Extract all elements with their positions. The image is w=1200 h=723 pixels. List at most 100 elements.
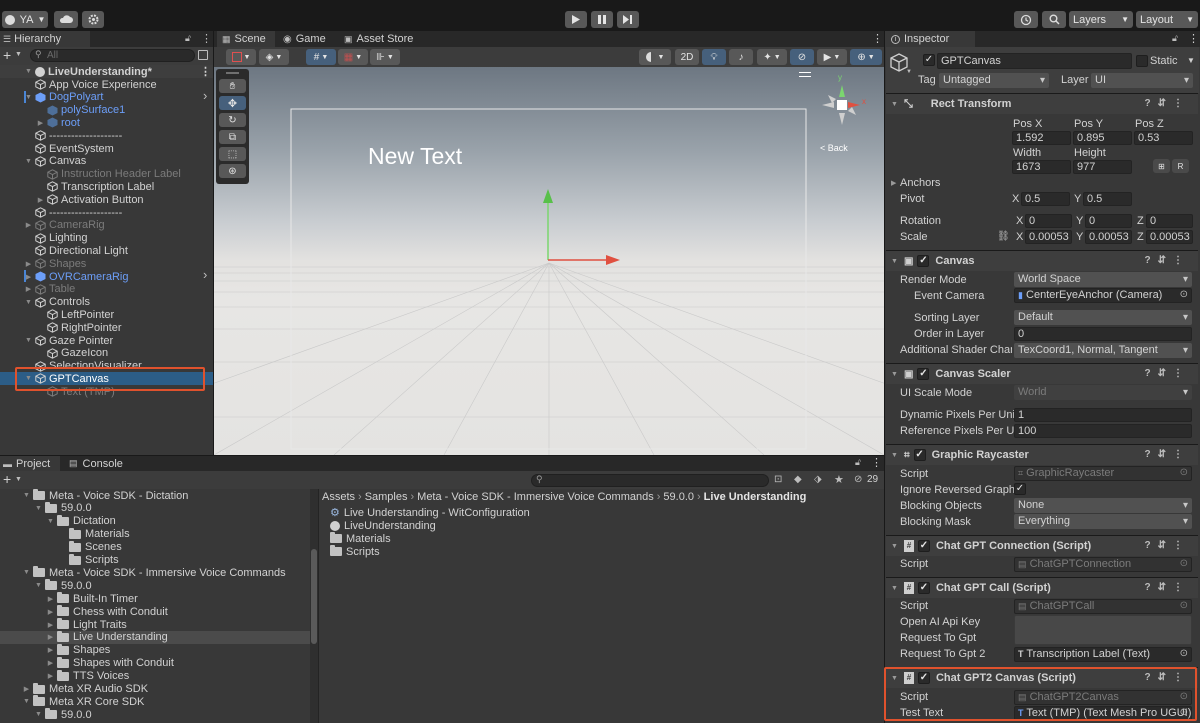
move-tool-button[interactable]: ✥ — [219, 96, 246, 110]
more-options-icon[interactable]: ⋮ — [871, 456, 882, 469]
more-options-icon[interactable]: ⋮ — [1188, 32, 1199, 45]
chevron-down-icon[interactable]: ▼ — [24, 375, 33, 382]
reference-pixels-field[interactable]: 100 — [1014, 424, 1192, 438]
pivot-mode-button[interactable]: ◈ ▼ — [259, 49, 289, 65]
tab-inspector[interactable]: i Inspector — [885, 31, 975, 47]
project-folder-item[interactable]: ▶ Meta XR Audio SDK — [0, 682, 310, 696]
object-active-checkbox[interactable]: ✓ — [923, 54, 935, 66]
open-prefab-icon[interactable]: › — [203, 267, 207, 282]
tag-icon[interactable]: ⬗ — [814, 474, 822, 485]
chevron-right-icon[interactable]: ▶ — [24, 221, 33, 229]
chevron-down-icon[interactable]: ▼ — [22, 569, 31, 576]
object-picker-icon[interactable]: ⊙ — [1180, 707, 1188, 719]
hierarchy-item[interactable]: Transcription Label — [0, 180, 213, 193]
lock-icon[interactable]: 🔓︎ — [855, 457, 861, 468]
tag-dropdown[interactable]: Untagged — [939, 73, 1049, 88]
chevron-down-icon[interactable]: ▼ — [22, 698, 31, 705]
add-icon[interactable]: + — [3, 47, 11, 63]
canvas-enabled-checkbox[interactable]: ✓ — [917, 255, 930, 267]
chat-gpt2-canvas-enabled-checkbox[interactable]: ✓ — [917, 672, 930, 684]
chat-gpt-connection-enabled-checkbox[interactable]: ✓ — [917, 540, 930, 552]
breadcrumb-item[interactable]: Live Understanding — [704, 491, 807, 503]
hierarchy-item[interactable]: ▶ Activation Button — [0, 193, 213, 206]
canvas-scaler-header[interactable]: ▼ ▣ ✓ Canvas Scaler ?⇵⋮ — [886, 363, 1198, 384]
scene-visibility-icon[interactable] — [198, 50, 208, 60]
project-folder-item[interactable]: ▶ Chess with Conduit — [0, 605, 310, 618]
chevron-right-icon[interactable]: ▶ — [22, 685, 31, 693]
more-options-icon[interactable]: ⋮ — [200, 65, 211, 78]
project-folder-item[interactable]: Scripts — [0, 553, 310, 567]
project-folder-item[interactable]: ▶ Live Understanding — [0, 630, 310, 644]
project-divider[interactable] — [318, 489, 319, 723]
anchors-label[interactable]: Anchors — [900, 177, 940, 189]
canvas-scaler-enabled-checkbox[interactable]: ✓ — [917, 368, 930, 380]
search-by-type-icon[interactable]: ⊡ — [774, 474, 782, 485]
chevron-down-icon[interactable]: ▼ — [15, 51, 22, 58]
chevron-right-icon[interactable]: ▶ — [46, 595, 55, 603]
component-actions-icon[interactable]: ?⇵⋮ — [1145, 582, 1191, 593]
lighting-toggle-button[interactable]: 💡︎ — [702, 49, 726, 65]
component-actions-icon[interactable]: ?⇵⋮ — [1145, 540, 1191, 551]
chevron-right-icon[interactable]: ▶ — [46, 672, 55, 680]
component-actions-icon[interactable]: ?⇵⋮ — [1145, 449, 1191, 460]
project-file-item[interactable]: LiveUnderstanding — [330, 519, 730, 532]
chevron-down-icon[interactable]: ▼ — [34, 711, 43, 718]
static-checkbox[interactable] — [1136, 55, 1148, 67]
project-file-item[interactable]: Materials — [330, 532, 730, 545]
hierarchy-search-input[interactable]: ⚲ All — [30, 49, 195, 62]
undo-history-button[interactable] — [1014, 11, 1038, 28]
pivot-y-field[interactable]: 0.5 — [1083, 192, 1132, 206]
chevron-down-icon[interactable]: ▼ — [34, 582, 43, 589]
chevron-right-icon[interactable]: ▶ — [24, 260, 33, 268]
lock-icon[interactable]: 🔓︎ — [1172, 33, 1178, 44]
audio-toggle-button[interactable]: ♪ — [729, 49, 753, 65]
project-folder-item[interactable]: ▼ 59.0.0 — [0, 579, 310, 592]
breadcrumb-item[interactable]: Meta - Voice SDK - Immersive Voice Comma… — [417, 491, 654, 503]
gizmos-button[interactable]: ⊕ ▼ — [850, 49, 882, 65]
pause-button[interactable] — [591, 11, 613, 28]
project-folder-item[interactable]: ▼ 59.0.0 — [0, 708, 310, 721]
collab-settings-button[interactable] — [82, 11, 104, 28]
graphic-raycaster-enabled-checkbox[interactable]: ✓ — [913, 449, 926, 461]
play-button[interactable] — [565, 11, 587, 28]
ignore-reversed-checkbox[interactable]: ✓ — [1014, 483, 1026, 495]
hierarchy-item[interactable]: ▶ Table — [0, 283, 213, 296]
chevron-right-icon[interactable]: ▶ — [46, 659, 55, 667]
project-folder-item[interactable]: Scenes — [0, 540, 310, 554]
tab-scene[interactable]: ▦ Scene — [217, 31, 275, 47]
blueprint-mode-button[interactable]: ⊞ — [1153, 159, 1170, 173]
grid-button[interactable]: ▦ ▼ — [338, 49, 368, 65]
tab-project[interactable]: ▬ Project — [0, 456, 60, 471]
search-by-label-icon[interactable]: ◆ — [794, 474, 802, 485]
hierarchy-item[interactable]: SelectionVisualizer — [0, 360, 213, 373]
scale-z-field[interactable]: 0.00053 — [1146, 230, 1193, 244]
component-actions-icon[interactable]: ?⇵⋮ — [1145, 368, 1191, 379]
tab-console[interactable]: ▤ Console — [64, 456, 134, 471]
hierarchy-item[interactable]: ▶ OVRCameraRig › — [0, 267, 213, 283]
scale-x-field[interactable]: 0.00053 — [1025, 230, 1072, 244]
account-button[interactable]: YA ▼ — [2, 11, 48, 28]
draw-mode-button[interactable]: ▼ — [226, 49, 256, 65]
layout-dropdown[interactable]: Layout ▼ — [1136, 11, 1198, 28]
chevron-right-icon[interactable]: ▶ — [24, 285, 33, 293]
chevron-down-icon[interactable]: ▼ — [46, 518, 55, 525]
layer-dropdown[interactable]: UI — [1091, 73, 1193, 88]
global-local-button[interactable]: # ▼ — [306, 49, 336, 65]
render-mode-dropdown[interactable]: World Space — [1014, 272, 1192, 287]
project-file-item[interactable]: Scripts — [330, 545, 730, 558]
more-options-icon[interactable]: ⋮ — [872, 32, 883, 45]
pos-x-field[interactable]: 1.592 — [1012, 131, 1071, 145]
open-prefab-icon[interactable]: › — [203, 88, 207, 103]
breadcrumb-item[interactable]: Assets — [322, 491, 355, 503]
object-picker-icon[interactable]: ⊙ — [1180, 289, 1188, 301]
hierarchy-item[interactable]: Directional Light — [0, 244, 213, 257]
chat-gpt-call-enabled-checkbox[interactable]: ✓ — [917, 582, 930, 594]
api-key-textarea[interactable] — [1014, 615, 1192, 645]
project-search-input[interactable]: ⚲ — [531, 474, 769, 487]
pos-z-field[interactable]: 0.53 — [1134, 131, 1193, 145]
scrollbar-thumb[interactable] — [311, 549, 317, 644]
chat-gpt2-canvas-header[interactable]: ▼ # ✓ Chat GPT2 Canvas (Script) ?⇵⋮ — [886, 667, 1198, 688]
raw-edit-button[interactable]: R — [1172, 159, 1189, 173]
shading-mode-button[interactable]: ▼ — [639, 49, 671, 65]
back-view-label[interactable]: < Back — [820, 143, 848, 153]
